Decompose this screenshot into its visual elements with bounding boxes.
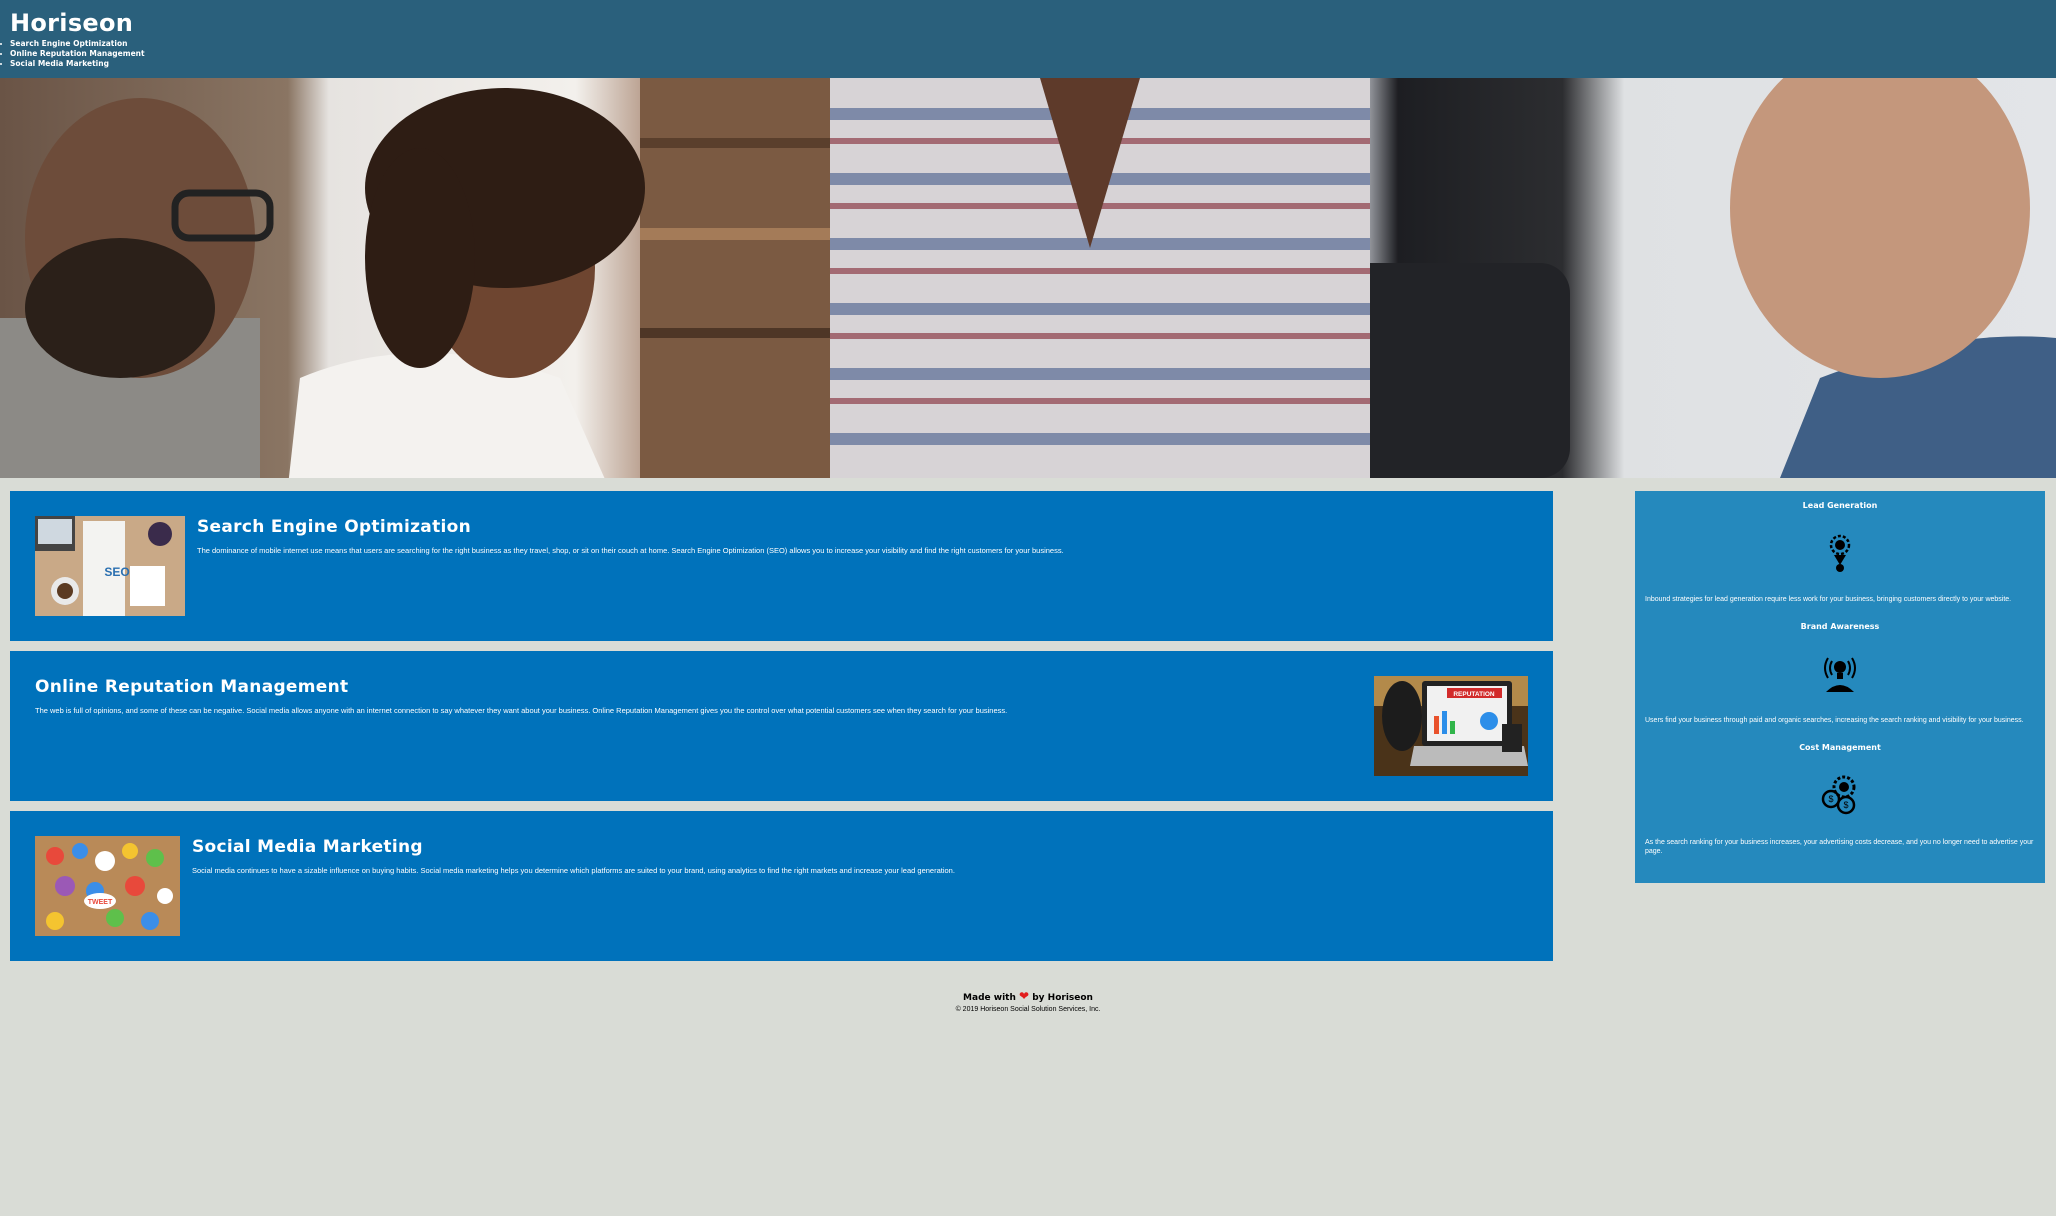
reputation-image: REPUTATION <box>1374 676 1528 776</box>
service-text-seo: The dominance of mobile internet use mea… <box>197 546 1064 555</box>
reputation-image-label: REPUTATION <box>1453 691 1495 698</box>
benefit-title-cost-management: Cost Management <box>1799 743 1881 752</box>
service-card-reputation: Online Reputation Management The web is … <box>10 651 1553 801</box>
made-with-line: Made with ❤ by Horiseon <box>0 990 2056 1004</box>
lightbulb-gear-icon <box>1829 534 1851 572</box>
social-media-image: TWEET <box>35 836 180 936</box>
benefit-text-cost-management: As the search ranking for your business … <box>1645 839 2034 855</box>
svg-text:$: $ <box>1828 794 1833 804</box>
heart-icon: ❤ <box>1019 989 1030 1003</box>
nav-link-social-media[interactable]: Social Media Marketing <box>0 59 145 69</box>
service-text-social-media: Social media continues to have a sizable… <box>192 866 955 875</box>
benefits-sidebar: Lead Generation Inbound strategies for l… <box>1635 491 2045 883</box>
copyright-text: © 2019 Horiseon Social Solution Services… <box>955 1006 1101 1013</box>
hero-photo-illustration <box>0 78 2056 478</box>
service-title-social-media: Social Media Marketing <box>192 837 423 857</box>
benefit-title-brand-awareness: Brand Awareness <box>1800 622 1880 631</box>
site-footer: Made with ❤ by Horiseon © 2019 Horiseon … <box>0 990 2056 1015</box>
service-title-reputation: Online Reputation Management <box>35 677 349 697</box>
nav-link-seo[interactable]: Search Engine Optimization <box>0 39 145 49</box>
service-card-seo: SEO Search Engine Optimization The domin… <box>10 491 1553 641</box>
social-media-image-label: TWEET <box>88 899 113 906</box>
service-text-reputation: The web is full of opinions, and some of… <box>35 706 1008 715</box>
hero-image <box>0 78 2056 478</box>
coins-gear-icon: $ $ <box>1821 775 1856 815</box>
service-title-seo: Search Engine Optimization <box>197 517 472 537</box>
svg-text:$: $ <box>1843 800 1848 810</box>
nav-link-reputation[interactable]: Online Reputation Management <box>0 49 145 59</box>
service-card-social-media: TWEET Social Media Marketing Social medi… <box>10 811 1553 961</box>
site-logo[interactable]: Horiseon <box>10 9 133 37</box>
benefit-text-brand-awareness: Users find your business through paid an… <box>1645 717 2024 724</box>
seo-image: SEO <box>35 516 185 616</box>
lightbulb-signal-icon <box>1824 657 1856 692</box>
site-header: Horiseon Search Engine Optimization Onli… <box>0 0 2056 78</box>
made-with-prefix: Made with <box>963 993 1016 1003</box>
seo-image-label: SEO <box>104 565 129 579</box>
benefit-text-lead-generation: Inbound strategies for lead generation r… <box>1645 596 2012 603</box>
main-nav: Search Engine Optimization Online Reputa… <box>0 39 145 69</box>
benefit-title-lead-generation: Lead Generation <box>1802 501 1878 510</box>
made-with-suffix: by Horiseon <box>1032 993 1093 1003</box>
